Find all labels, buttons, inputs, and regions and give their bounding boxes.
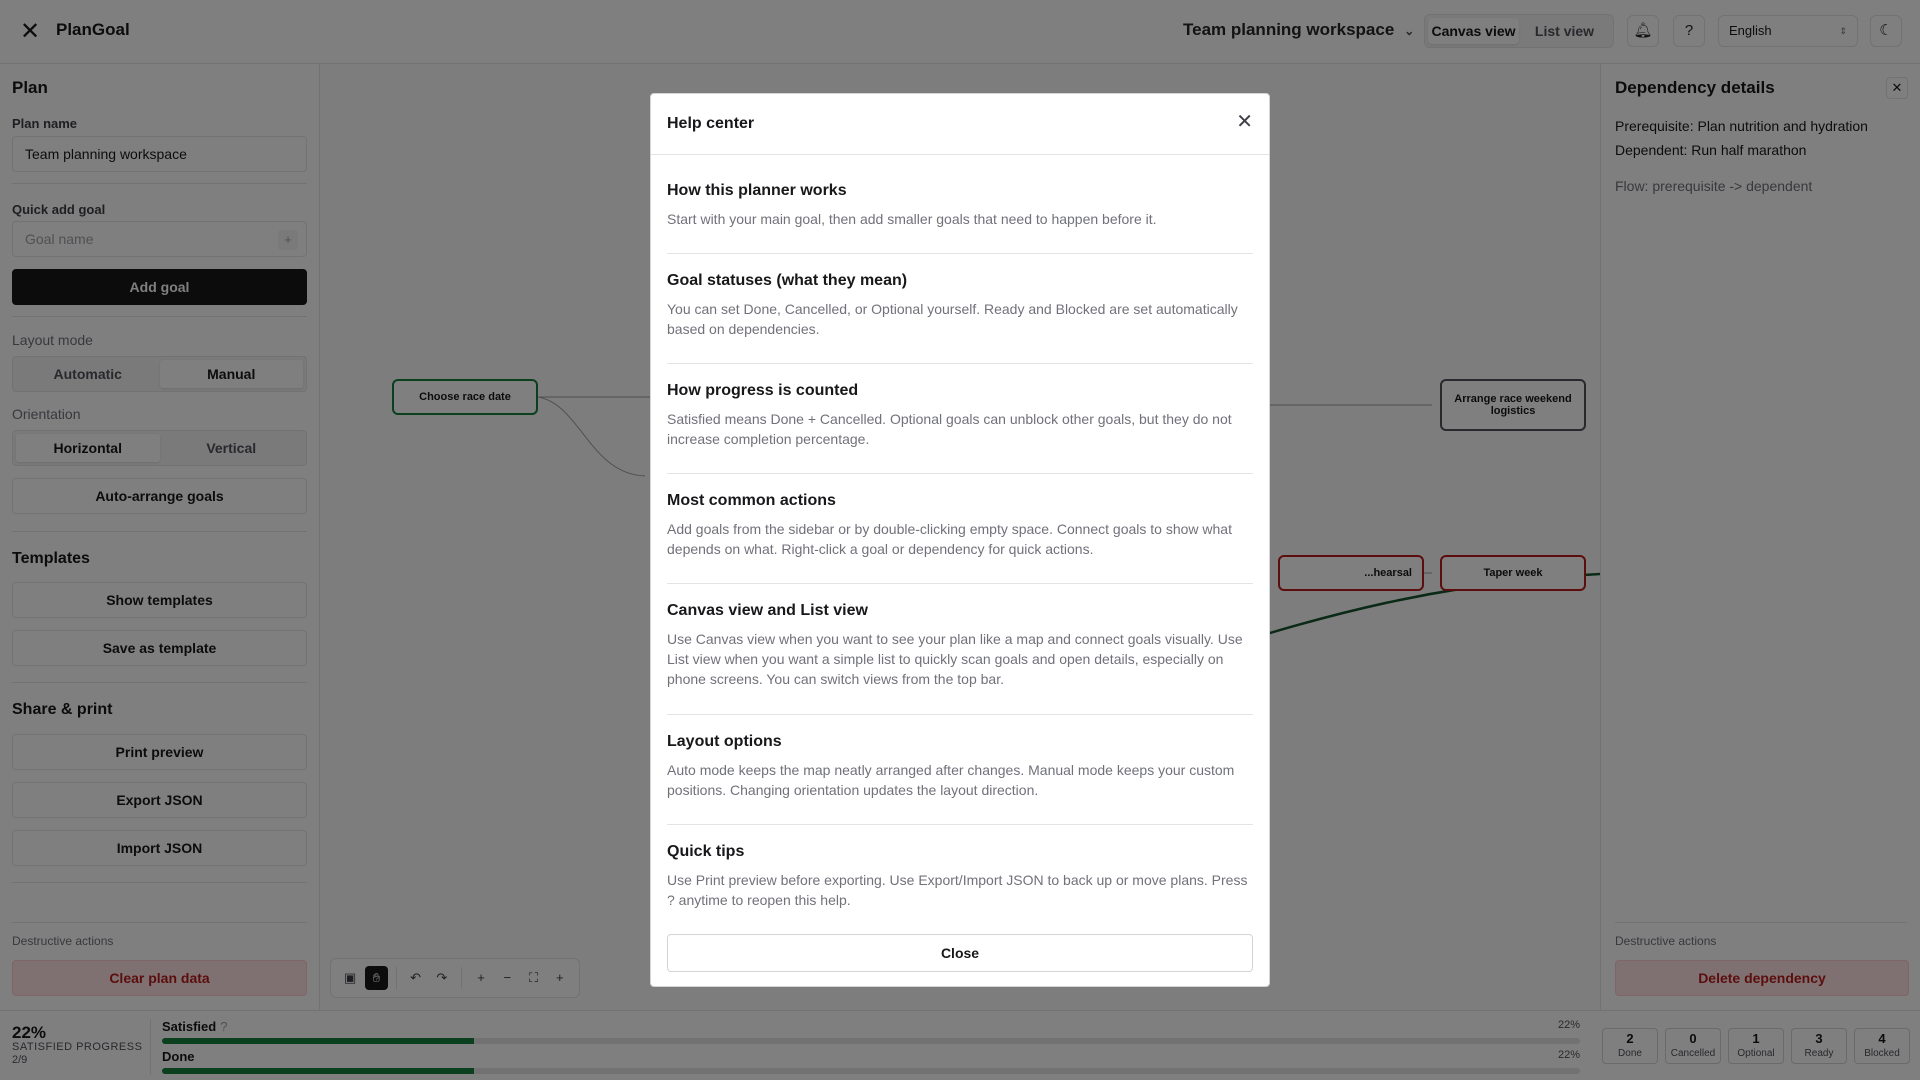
- section-body: Add goals from the sidebar or by double-…: [667, 521, 1232, 557]
- help-section: Most common actions Add goals from the s…: [667, 492, 1253, 559]
- divider: [667, 473, 1253, 474]
- help-section: Quick tips Use Print preview before expo…: [667, 843, 1253, 910]
- section-body: You can set Done, Cancelled, or Optional…: [667, 301, 1238, 337]
- section-heading: How progress is counted: [667, 382, 859, 399]
- section-heading: Quick tips: [667, 843, 745, 860]
- section-body: Use Print preview before exporting. Use …: [667, 872, 1248, 908]
- divider: [667, 253, 1253, 254]
- divider: [667, 583, 1253, 584]
- section-heading: How this planner works: [667, 182, 847, 199]
- help-section: How progress is counted Satisfied means …: [667, 382, 1253, 449]
- close-icon[interactable]: ✕: [1236, 112, 1253, 132]
- section-heading: Layout options: [667, 733, 782, 750]
- help-section: Layout options Auto mode keeps the map n…: [667, 733, 1253, 800]
- section-body: Start with your main goal, then add smal…: [667, 211, 1157, 227]
- help-section: How this planner works Start with your m…: [667, 182, 1253, 229]
- divider: [667, 714, 1253, 715]
- section-body: Satisfied means Done + Cancelled. Option…: [667, 411, 1232, 447]
- help-section: Goal statuses (what they mean) You can s…: [667, 272, 1253, 339]
- divider: [667, 824, 1253, 825]
- section-heading: Canvas view and List view: [667, 602, 868, 619]
- help-center-modal: Help center ✕ How this planner works Sta…: [650, 93, 1270, 987]
- section-body: Use Canvas view when you want to see you…: [667, 631, 1243, 687]
- modal-title: Help center: [667, 115, 755, 132]
- help-section: Canvas view and List view Use Canvas vie…: [667, 602, 1253, 689]
- section-heading: Goal statuses (what they mean): [667, 272, 908, 289]
- section-heading: Most common actions: [667, 492, 836, 509]
- close-button[interactable]: Close: [667, 934, 1253, 972]
- divider: [667, 363, 1253, 364]
- section-body: Auto mode keeps the map neatly arranged …: [667, 762, 1235, 798]
- modal-header: Help center ✕: [651, 94, 1269, 155]
